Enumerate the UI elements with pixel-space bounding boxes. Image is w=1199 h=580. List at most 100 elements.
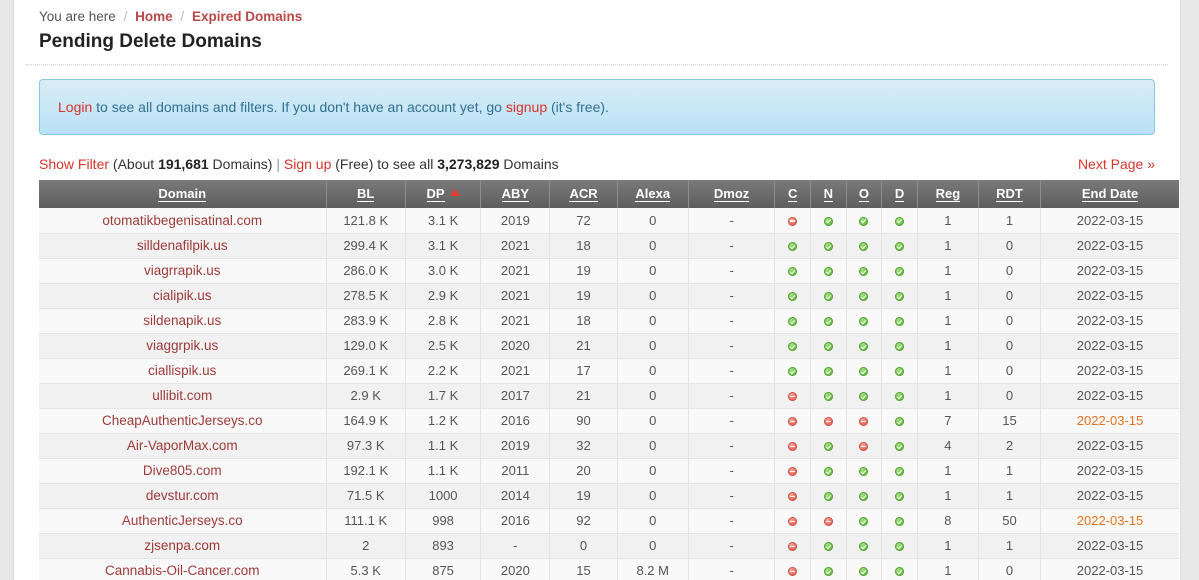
- domain-link[interactable]: AuthenticJerseys.co: [122, 513, 243, 528]
- cell-domain: silldenafilpik.us: [39, 233, 327, 259]
- table-row[interactable]: otomatikbegenisatinal.com 121.8 K 3.1 K 201…: [39, 208, 1179, 234]
- cell-flag-c: [774, 533, 811, 559]
- domain-link[interactable]: viagrrapik.us: [144, 263, 221, 278]
- cell-domain: Air-VaporMax.com: [39, 433, 327, 459]
- column-header-domain[interactable]: Domain: [39, 180, 327, 208]
- cell-dp: 893: [405, 533, 482, 559]
- table-row[interactable]: cialipik.us 278.5 K 2.9 K 2021 19 0-1 0 2022-03…: [39, 283, 1179, 309]
- cell-flag-n: [810, 308, 847, 334]
- column-header-bl[interactable]: BL: [325, 180, 406, 208]
- status-ok-icon: [895, 517, 905, 527]
- column-header-o[interactable]: O: [845, 180, 883, 208]
- cell-flag-o: [846, 533, 883, 559]
- column-header-label: Domain: [158, 186, 207, 202]
- domain-link[interactable]: cialipik.us: [153, 288, 212, 303]
- cell-flag-c: [774, 558, 811, 580]
- cell-flag-d: [881, 408, 918, 434]
- sort-ascending-icon: [449, 189, 460, 196]
- breadcrumb-item-home[interactable]: Home: [135, 9, 173, 24]
- show-filter-link[interactable]: Show Filter: [39, 156, 109, 172]
- cell-alexa: 0: [617, 508, 689, 534]
- table-row[interactable]: CheapAuthenticJerseys.co 164.9 K 1.2 K 2016…: [39, 408, 1179, 434]
- cell-domain: Cannabis-Oil-Cancer.com: [39, 558, 327, 580]
- domain-link[interactable]: CheapAuthenticJerseys.co: [102, 413, 263, 428]
- column-header-c[interactable]: C: [774, 180, 811, 208]
- column-header-d[interactable]: D: [881, 180, 918, 208]
- cell-rdt: 0: [978, 258, 1042, 284]
- cell-flag-n: [810, 408, 847, 434]
- breadcrumb-separator: /: [180, 9, 185, 24]
- next-page-link[interactable]: Next Page »: [1078, 155, 1155, 173]
- domain-link[interactable]: Dive805.com: [143, 463, 222, 478]
- table-row[interactable]: zjsenpa.com 2 893-0 0-1 1 2022-03-15: [39, 533, 1179, 559]
- column-header-reg[interactable]: Reg: [916, 180, 979, 208]
- breadcrumb-item-expired-domains[interactable]: Expired Domains: [192, 9, 302, 24]
- table-row[interactable]: ciallispik.us 269.1 K 2.2 K 2021 17 0-1 0 2022-…: [39, 358, 1179, 384]
- cell-rdt: 1: [978, 483, 1042, 509]
- cell-reg: 1: [917, 458, 979, 484]
- table-row[interactable]: Air-VaporMax.com 97.3 K 1.1 K 2019 32 0- 4 2 202…: [39, 433, 1179, 459]
- column-header-aby[interactable]: ABY: [480, 180, 551, 208]
- domain-link[interactable]: ciallispik.us: [148, 363, 216, 378]
- domain-link[interactable]: sildenapik.us: [143, 313, 221, 328]
- login-link[interactable]: Login: [58, 99, 92, 115]
- cell-bl: 111.1 K: [326, 508, 406, 534]
- status-ok-icon: [895, 216, 905, 226]
- domain-link[interactable]: otomatikbegenisatinal.com: [102, 213, 262, 228]
- column-header-dp[interactable]: DP: [404, 180, 482, 208]
- column-header-rdt[interactable]: RDT: [977, 180, 1042, 208]
- table-row[interactable]: ullibit.com 2.9 K 1.7 K 2017 21 0-1 0 2022-03-1…: [39, 383, 1179, 409]
- cell-aby: 2021: [480, 258, 551, 284]
- status-ok-icon: [895, 442, 905, 452]
- cell-dp: 1.2 K: [405, 408, 482, 434]
- domain-link[interactable]: viaggrpik.us: [146, 338, 218, 353]
- cell-dmoz: -: [688, 408, 776, 434]
- cell-dp: 2.8 K: [405, 308, 482, 334]
- domain-link[interactable]: devstur.com: [146, 488, 219, 503]
- cell-flag-c: [774, 508, 811, 534]
- status-ok-icon: [859, 567, 869, 577]
- column-header-acr[interactable]: ACR: [549, 180, 618, 208]
- domain-link[interactable]: silldenafilpik.us: [137, 238, 228, 253]
- table-row[interactable]: viaggrpik.us 129.0 K 2.5 K 2020 21 0-1 0 2022-0…: [39, 333, 1179, 359]
- sign-up-link[interactable]: Sign up: [284, 156, 331, 172]
- cell-alexa: 8.2 M: [617, 558, 689, 580]
- domain-link[interactable]: ullibit.com: [152, 388, 212, 403]
- table-row[interactable]: devstur.com 71.5 K 1000 2014 19 0-1 1 2022-03-1…: [39, 483, 1179, 509]
- cell-dp: 3.1 K: [405, 233, 482, 259]
- domain-link[interactable]: Cannabis-Oil-Cancer.com: [105, 563, 260, 578]
- cell-end-date: 2022-03-15: [1040, 483, 1179, 509]
- cell-alexa: 0: [617, 433, 689, 459]
- cell-bl: 283.9 K: [326, 308, 406, 334]
- table-row[interactable]: AuthenticJerseys.co 111.1 K 998 2016 92 0- 8 50…: [39, 508, 1179, 534]
- cell-flag-n: [810, 483, 847, 509]
- column-header-end_date[interactable]: End Date: [1040, 180, 1179, 208]
- cell-flag-n: [810, 208, 847, 234]
- cell-end-date: 2022-03-15: [1040, 208, 1179, 234]
- cell-dmoz: -: [688, 333, 776, 359]
- cell-aby: -: [480, 533, 551, 559]
- table-row[interactable]: Dive805.com 192.1 K 1.1 K 2011 20 0-1 1 2022-03…: [39, 458, 1179, 484]
- cell-flag-o: [846, 233, 883, 259]
- cell-end-date: 2022-03-15: [1040, 233, 1179, 259]
- column-header-label: Alexa: [635, 186, 671, 202]
- table-row[interactable]: Cannabis-Oil-Cancer.com 5.3 K 875 2020 15 8.2…: [39, 558, 1179, 580]
- domain-link[interactable]: zjsenpa.com: [144, 538, 220, 553]
- status-bad-icon: [788, 517, 798, 527]
- status-ok-icon: [823, 542, 833, 552]
- column-header-dmoz[interactable]: Dmoz: [687, 180, 776, 208]
- signup-link[interactable]: signup: [506, 99, 547, 115]
- table-row[interactable]: viagrrapik.us 286.0 K 3.0 K 2021 19 0-1 0 2022-…: [39, 258, 1179, 284]
- cell-dp: 1000: [405, 483, 482, 509]
- column-header-alexa[interactable]: Alexa: [616, 180, 689, 208]
- table-row[interactable]: silldenafilpik.us 299.4 K 3.1 K 2021 18 0-1 0 2…: [39, 233, 1179, 259]
- cell-reg: 1: [917, 308, 979, 334]
- cell-bl: 5.3 K: [326, 558, 406, 580]
- column-header-n[interactable]: N: [810, 180, 847, 208]
- cell-domain: otomatikbegenisatinal.com: [39, 208, 327, 234]
- login-notice-alert: Login to see all domains and filters. If…: [39, 79, 1155, 135]
- cell-alexa: 0: [617, 308, 689, 334]
- alert-wrapper: Login to see all domains and filters. If…: [26, 65, 1168, 135]
- domain-link[interactable]: Air-VaporMax.com: [127, 438, 238, 453]
- table-row[interactable]: sildenapik.us 283.9 K 2.8 K 2021 18 0-1 0 2022-…: [39, 308, 1179, 334]
